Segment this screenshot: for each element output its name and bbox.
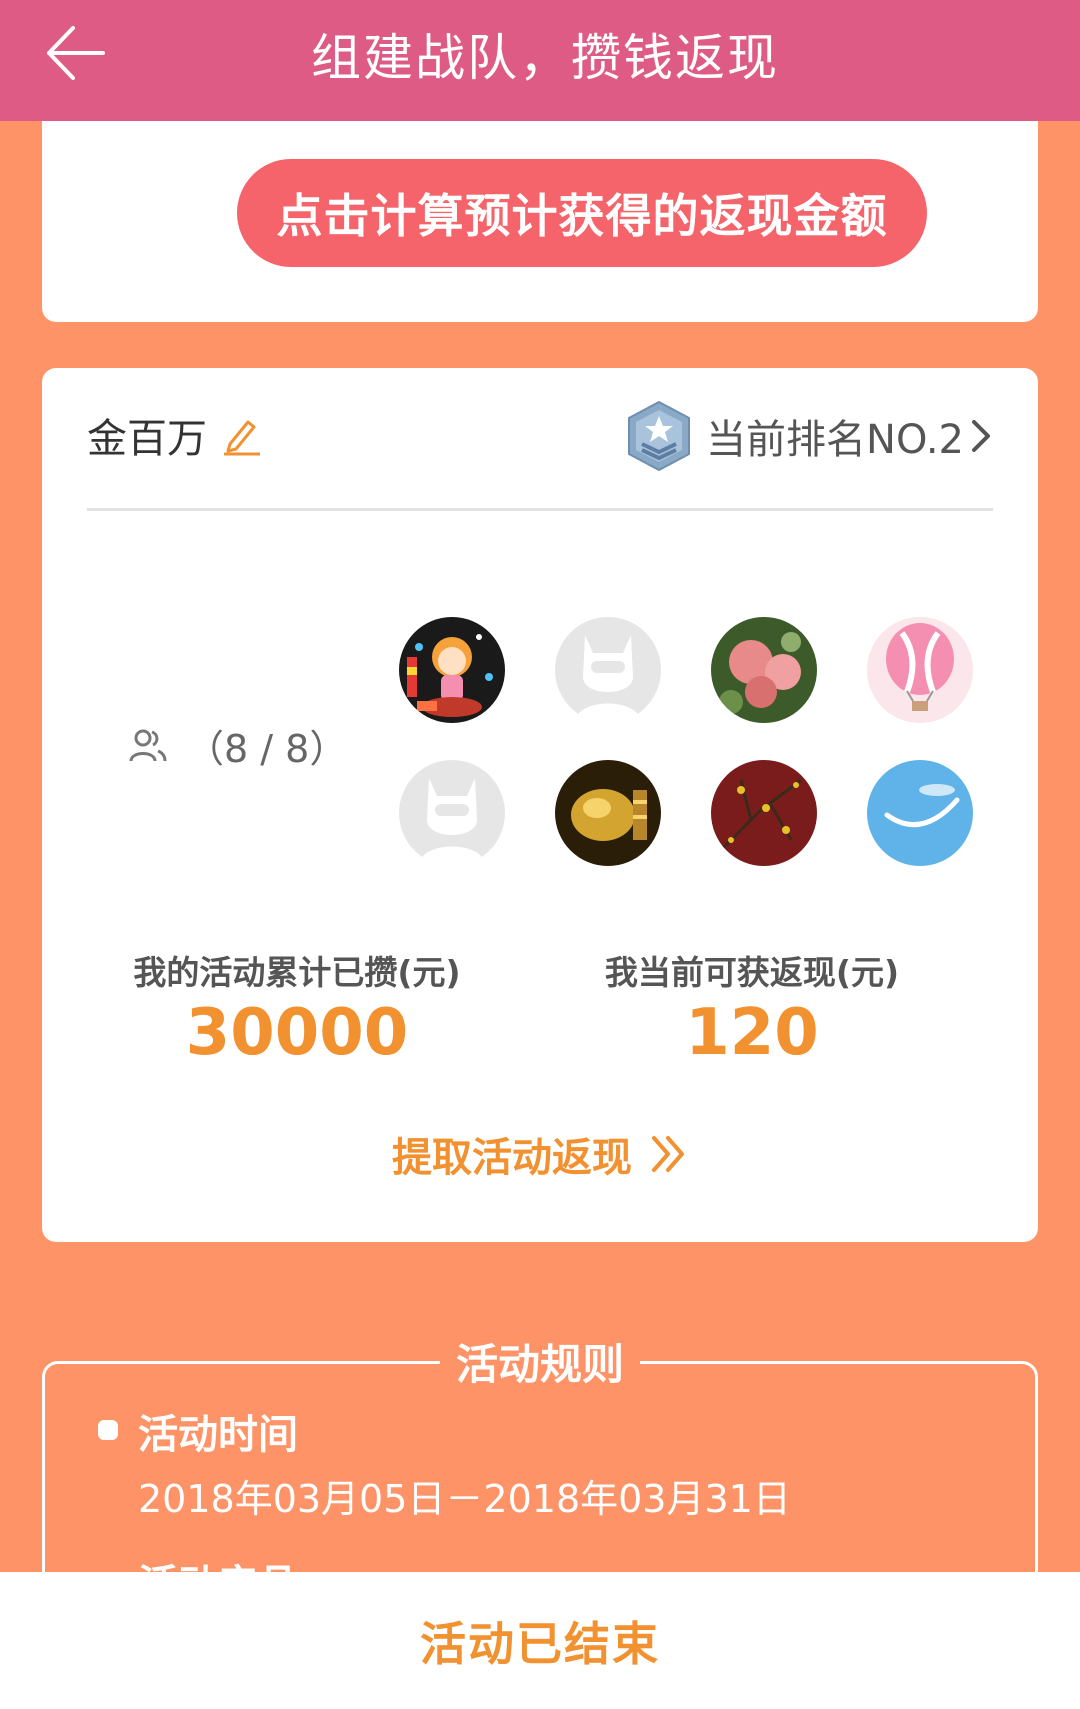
team-name: 金百万	[87, 416, 207, 462]
member-avatar[interactable]	[399, 617, 505, 723]
bottom-status-bar: 活动已结束	[0, 1572, 1080, 1709]
member-avatar[interactable]	[867, 760, 973, 866]
member-avatar[interactable]	[867, 617, 973, 723]
avatar-cartoon-girl	[399, 617, 505, 723]
top-bar: 组建战队，攒钱返现	[0, 0, 1080, 121]
pencil-icon[interactable]	[222, 414, 262, 456]
member-avatar[interactable]	[555, 617, 661, 723]
avatar-default	[399, 760, 505, 866]
rank-label: 当前排名NO.2	[706, 417, 964, 463]
member-count-text: （8 / 8）	[186, 726, 348, 771]
member-avatar[interactable]	[711, 617, 817, 723]
member-avatar[interactable]	[711, 760, 817, 866]
cashback-label: 我当前可获返现(元)	[604, 953, 900, 992]
page-title: 组建战队，攒钱返现	[311, 29, 779, 87]
rank-badge-icon	[628, 400, 691, 472]
withdraw-label: 提取活动返现	[392, 1135, 632, 1181]
rule-time-heading: 活动时间	[138, 1412, 298, 1458]
avatar-sky	[867, 760, 973, 866]
cashback-value: 120	[685, 996, 819, 1070]
rank-link[interactable]: 当前排名NO.2	[626, 400, 994, 472]
divider	[87, 508, 993, 511]
member-avatar[interactable]	[555, 760, 661, 866]
double-chevron-right-icon	[652, 1136, 684, 1172]
withdraw-cashback-link[interactable]: 提取活动返现	[42, 1126, 1038, 1182]
avatar-gold-pig	[555, 760, 661, 866]
saved-amount-value: 30000	[185, 996, 409, 1070]
member-avatar[interactable]	[399, 760, 505, 866]
chevron-right-icon	[972, 420, 990, 452]
calculate-cashback-button[interactable]: 点击计算预计获得的返现金额	[237, 159, 927, 267]
avatar-roses	[711, 617, 817, 723]
avatar-plum-blossom	[711, 760, 817, 866]
people-icon	[129, 729, 167, 762]
bullet-icon	[98, 1420, 118, 1440]
avatar-balloon	[867, 617, 973, 723]
rules-title-text: 活动规则	[439, 1330, 640, 1392]
rules-title: 活动规则	[0, 1330, 1080, 1392]
avatar-default	[555, 617, 661, 723]
team-card: 金百万 当前排名NO.2 （8 / 8） 我的活动累计已攒(元) 30000 我…	[42, 368, 1038, 1242]
rule-time-value: 2018年03月05日－2018年03月31日	[138, 1477, 791, 1521]
activity-ended-label: 活动已结束	[420, 1616, 660, 1671]
member-count: （8 / 8）	[128, 720, 348, 771]
saved-amount-label: 我的活动累计已攒(元)	[133, 953, 461, 992]
calc-card: 点击计算预计获得的返现金额	[42, 121, 1038, 322]
